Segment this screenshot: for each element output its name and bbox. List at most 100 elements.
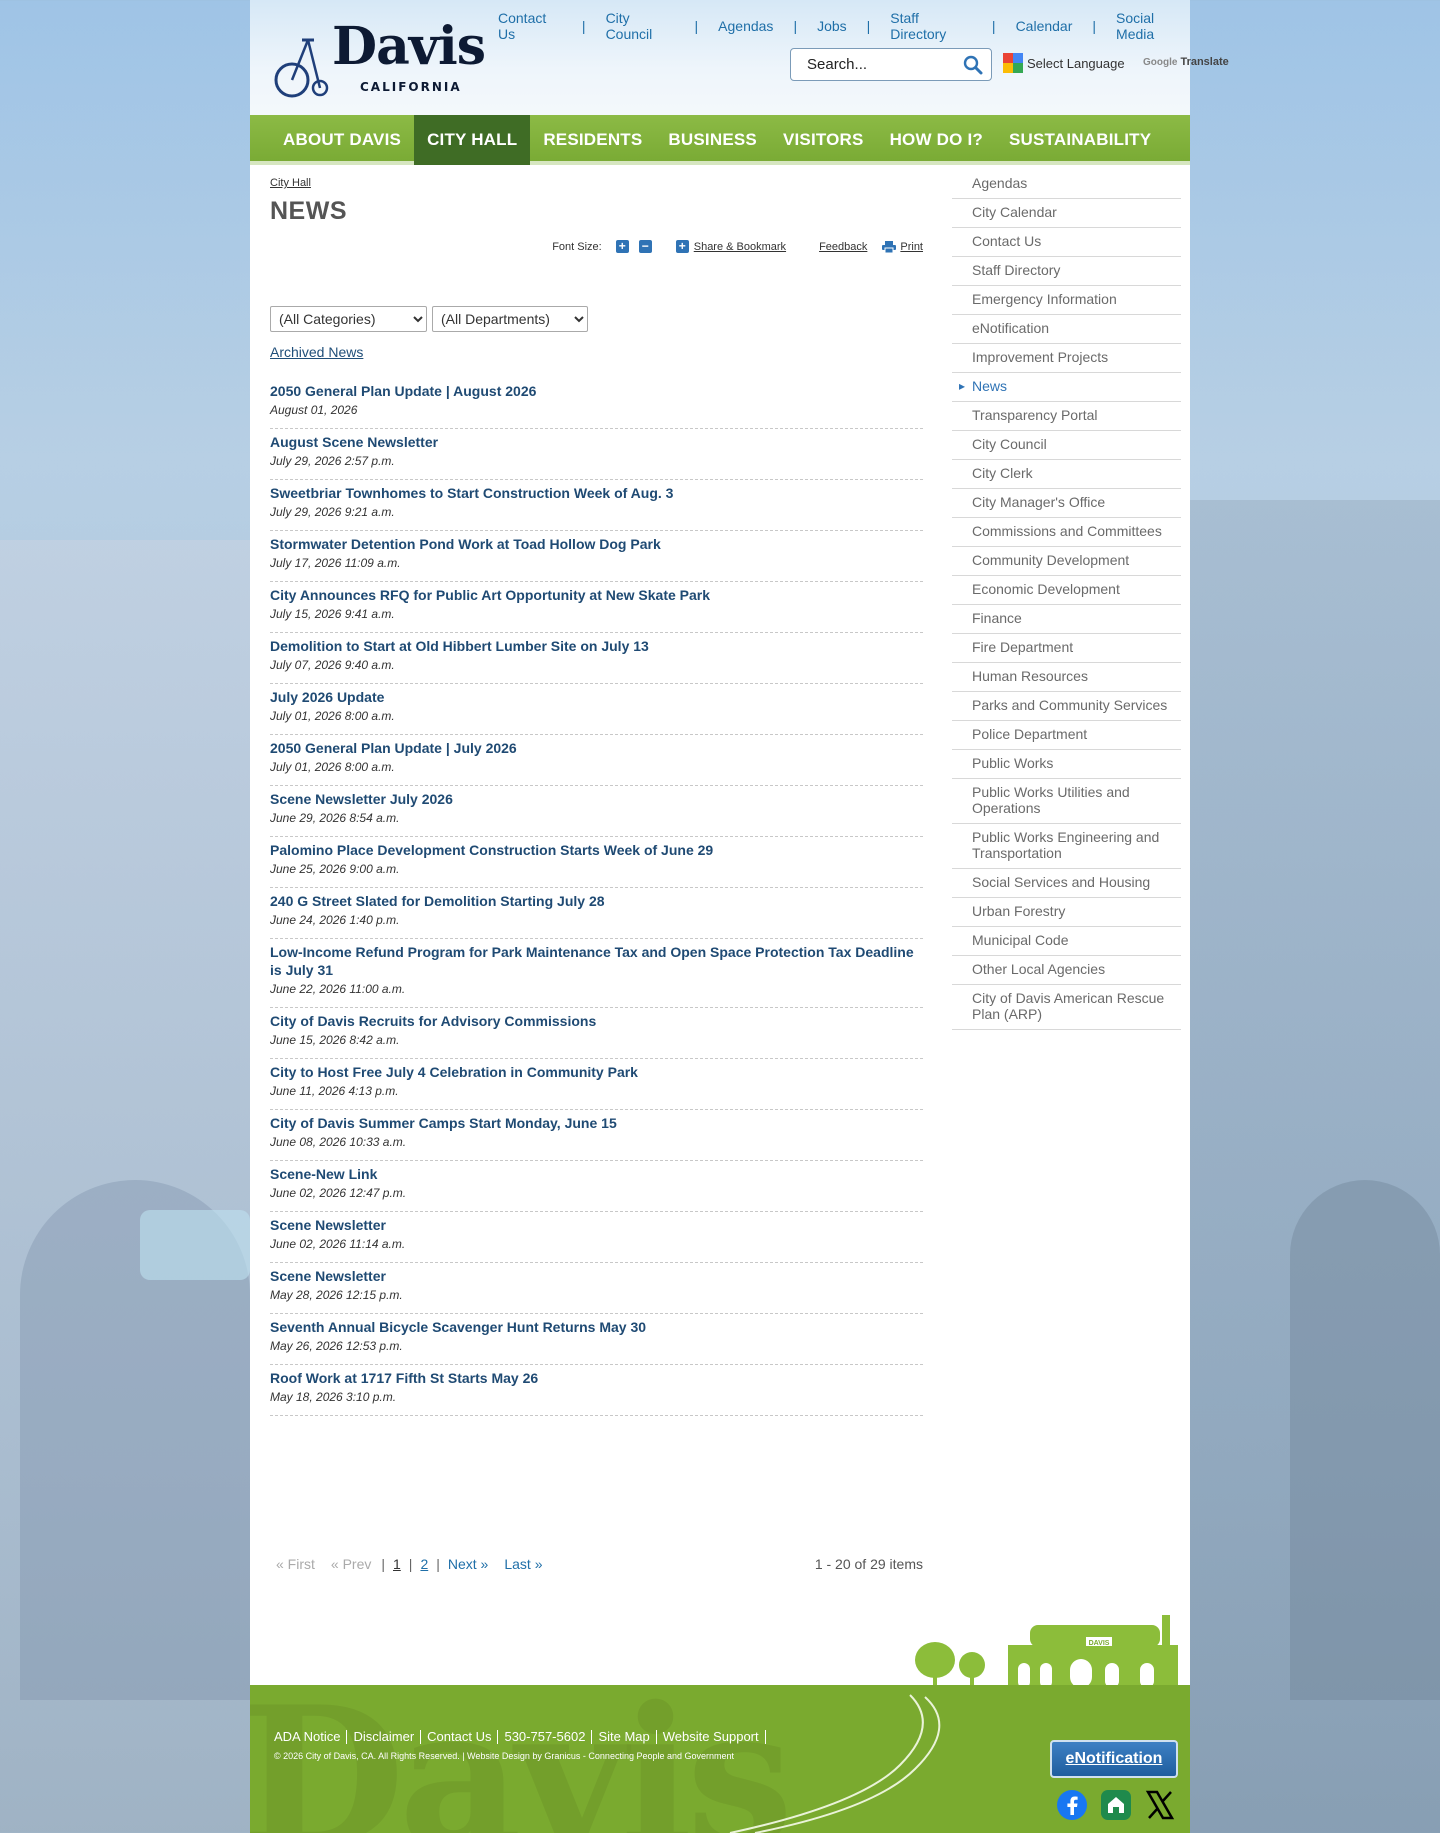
sidebar-item-social-services-and-housing[interactable]: Social Services and Housing [952, 869, 1181, 898]
top-link-staff-directory[interactable]: Staff Directory [890, 10, 972, 42]
sidebar-item-public-works-utilities-and-operations[interactable]: Public Works Utilities and Operations [952, 779, 1181, 824]
footer-link-support[interactable]: Website Support [657, 1730, 766, 1744]
news-title-link[interactable]: August Scene Newsletter [270, 433, 923, 451]
top-link-contact-us[interactable]: Contact Us [498, 10, 562, 42]
pager-last[interactable]: Last » [504, 1556, 542, 1572]
share-bookmark-link[interactable]: Share & Bookmark [694, 241, 786, 253]
nav-sustainability[interactable]: SUSTAINABILITY [996, 115, 1164, 165]
sidebar-item-human-resources[interactable]: Human Resources [952, 663, 1181, 692]
sidebar-item-finance[interactable]: Finance [952, 605, 1181, 634]
sidebar-item-public-works[interactable]: Public Works [952, 750, 1181, 779]
sidebar-item-city-clerk[interactable]: City Clerk [952, 460, 1181, 489]
top-link-agendas[interactable]: Agendas [718, 18, 773, 34]
pager-next[interactable]: Next » [448, 1556, 488, 1572]
nav-business[interactable]: BUSINESS [655, 115, 770, 165]
site-logo[interactable]: Davis CALIFORNIA [274, 16, 486, 102]
news-date: June 08, 2026 10:33 a.m. [270, 1135, 407, 1149]
google-translate-icon [1003, 53, 1023, 73]
nextdoor-icon[interactable] [1100, 1789, 1132, 1821]
sidebar-item-transparency-portal[interactable]: Transparency Portal [952, 402, 1181, 431]
sidebar-item-fire-department[interactable]: Fire Department [952, 634, 1181, 663]
sidebar-item-emergency-information[interactable]: Emergency Information [952, 286, 1181, 315]
feedback-link[interactable]: Feedback [819, 241, 867, 253]
sidebar-item-enotification[interactable]: eNotification [952, 315, 1181, 344]
sidebar-item-news[interactable]: News [952, 373, 1181, 402]
search-input[interactable] [791, 49, 951, 80]
footer-link-phone[interactable]: 530-757-5602 [498, 1730, 593, 1744]
sidebar-item-other-local-agencies[interactable]: Other Local Agencies [952, 956, 1181, 985]
news-title-link[interactable]: City of Davis Recruits for Advisory Comm… [270, 1012, 923, 1030]
sidebar-item-staff-directory[interactable]: Staff Directory [952, 257, 1181, 286]
news-title-link[interactable]: Roof Work at 1717 Fifth St Starts May 26 [270, 1369, 923, 1387]
category-select[interactable]: (All Categories) [270, 306, 427, 332]
news-title-link[interactable]: Scene Newsletter [270, 1267, 923, 1285]
sidebar-item-parks-and-community-services[interactable]: Parks and Community Services [952, 692, 1181, 721]
news-item: Scene Newsletter July 2026 June 29, 2026 … [270, 786, 923, 837]
top-link-social-media[interactable]: Social Media [1116, 10, 1190, 42]
news-date: June 02, 2026 11:14 a.m. [270, 1237, 406, 1251]
nav-residents[interactable]: RESIDENTS [530, 115, 655, 165]
news-title-link[interactable]: July 2026 Update [270, 688, 923, 706]
print-link[interactable]: Print [900, 241, 923, 253]
nav-visitors[interactable]: VISITORS [770, 115, 877, 165]
translate-badge[interactable]: Google Translate [1143, 56, 1229, 68]
news-title-link[interactable]: Sweetbriar Townhomes to Start Constructi… [270, 484, 923, 502]
enotification-button[interactable]: eNotification [1050, 1740, 1178, 1778]
news-title-link[interactable]: 240 G Street Slated for Demolition Start… [270, 892, 923, 910]
sidebar-item-public-works-engineering-and-transportation[interactable]: Public Works Engineering and Transportat… [952, 824, 1181, 869]
sidebar-item-economic-development[interactable]: Economic Development [952, 576, 1181, 605]
sidebar-item-commissions-and-committees[interactable]: Commissions and Committees [952, 518, 1181, 547]
department-select[interactable]: (All Departments) [432, 306, 588, 332]
sidebar-item-improvement-projects[interactable]: Improvement Projects [952, 344, 1181, 373]
x-icon[interactable] [1144, 1789, 1176, 1821]
news-item: 240 G Street Slated for Demolition Start… [270, 888, 923, 939]
nav-about-davis[interactable]: ABOUT DAVIS [270, 115, 414, 165]
top-link-calendar[interactable]: Calendar [1016, 18, 1073, 34]
sidebar-item-police-department[interactable]: Police Department [952, 721, 1181, 750]
facebook-icon[interactable] [1056, 1789, 1088, 1821]
sidebar-item-municipal-code[interactable]: Municipal Code [952, 927, 1181, 956]
news-title-link[interactable]: Scene-New Link [270, 1165, 923, 1183]
sidebar-item-contact-us[interactable]: Contact Us [952, 228, 1181, 257]
font-increase-icon[interactable]: + [615, 240, 629, 253]
nav-how-do-i[interactable]: HOW DO I? [877, 115, 996, 165]
print-icon[interactable] [882, 240, 897, 253]
pager-page-1[interactable]: 1 [393, 1556, 401, 1572]
pager-count: 1 - 20 of 29 items [814, 1556, 923, 1572]
pagination: « First « Prev | 1 | 2 | Next » Last » 1… [270, 1556, 923, 1572]
footer-link-sitemap[interactable]: Site Map [592, 1730, 657, 1744]
news-title-link[interactable]: 2050 General Plan Update | July 2026 [270, 739, 923, 757]
sidebar-item-community-development[interactable]: Community Development [952, 547, 1181, 576]
news-title-link[interactable]: City of Davis Summer Camps Start Monday,… [270, 1114, 923, 1132]
news-item: Low-Income Refund Program for Park Maint… [270, 939, 923, 1008]
sidebar-item-city-calendar[interactable]: City Calendar [952, 199, 1181, 228]
breadcrumb[interactable]: City Hall [270, 177, 923, 189]
news-date: August 01, 2026 [270, 403, 358, 417]
sidebar-item-agendas[interactable]: Agendas [952, 170, 1181, 199]
news-title-link[interactable]: City to Host Free July 4 Celebration in … [270, 1063, 923, 1081]
news-title-link[interactable]: 2050 General Plan Update | August 2026 [270, 382, 923, 400]
top-link-city-council[interactable]: City Council [606, 10, 675, 42]
news-title-link[interactable]: Scene Newsletter July 2026 [270, 790, 923, 808]
news-date: July 01, 2026 8:00 a.m. [270, 709, 395, 723]
sidebar-item-urban-forestry[interactable]: Urban Forestry [952, 898, 1181, 927]
footer-link-ada[interactable]: ADA Notice [274, 1730, 348, 1744]
news-title-link[interactable]: Low-Income Refund Program for Park Maint… [270, 943, 923, 979]
search-icon[interactable] [963, 55, 983, 75]
footer-link-contact[interactable]: Contact Us [421, 1730, 499, 1744]
news-title-link[interactable]: City Announces RFQ for Public Art Opport… [270, 586, 923, 604]
footer-link-disclaimer[interactable]: Disclaimer [347, 1730, 422, 1744]
news-title-link[interactable]: Palomino Place Development Construction … [270, 841, 923, 859]
news-title-link[interactable]: Seventh Annual Bicycle Scavenger Hunt Re… [270, 1318, 923, 1336]
pager-page-2[interactable]: 2 [420, 1556, 428, 1572]
news-title-link[interactable]: Demolition to Start at Old Hibbert Lumbe… [270, 637, 923, 655]
top-link-jobs[interactable]: Jobs [817, 18, 847, 34]
archived-news-link[interactable]: Archived News [270, 344, 363, 360]
sidebar-item-city-council[interactable]: City Council [952, 431, 1181, 460]
sidebar-item-city-of-davis-american-rescue-plan-arp[interactable]: City of Davis American Rescue Plan (ARP) [952, 985, 1181, 1030]
nav-city-hall[interactable]: CITY HALL [414, 115, 531, 165]
news-title-link[interactable]: Stormwater Detention Pond Work at Toad H… [270, 535, 923, 553]
news-title-link[interactable]: Scene Newsletter [270, 1216, 923, 1234]
font-decrease-icon[interactable]: − [638, 240, 652, 253]
sidebar-item-city-manager-s-office[interactable]: City Manager's Office [952, 489, 1181, 518]
